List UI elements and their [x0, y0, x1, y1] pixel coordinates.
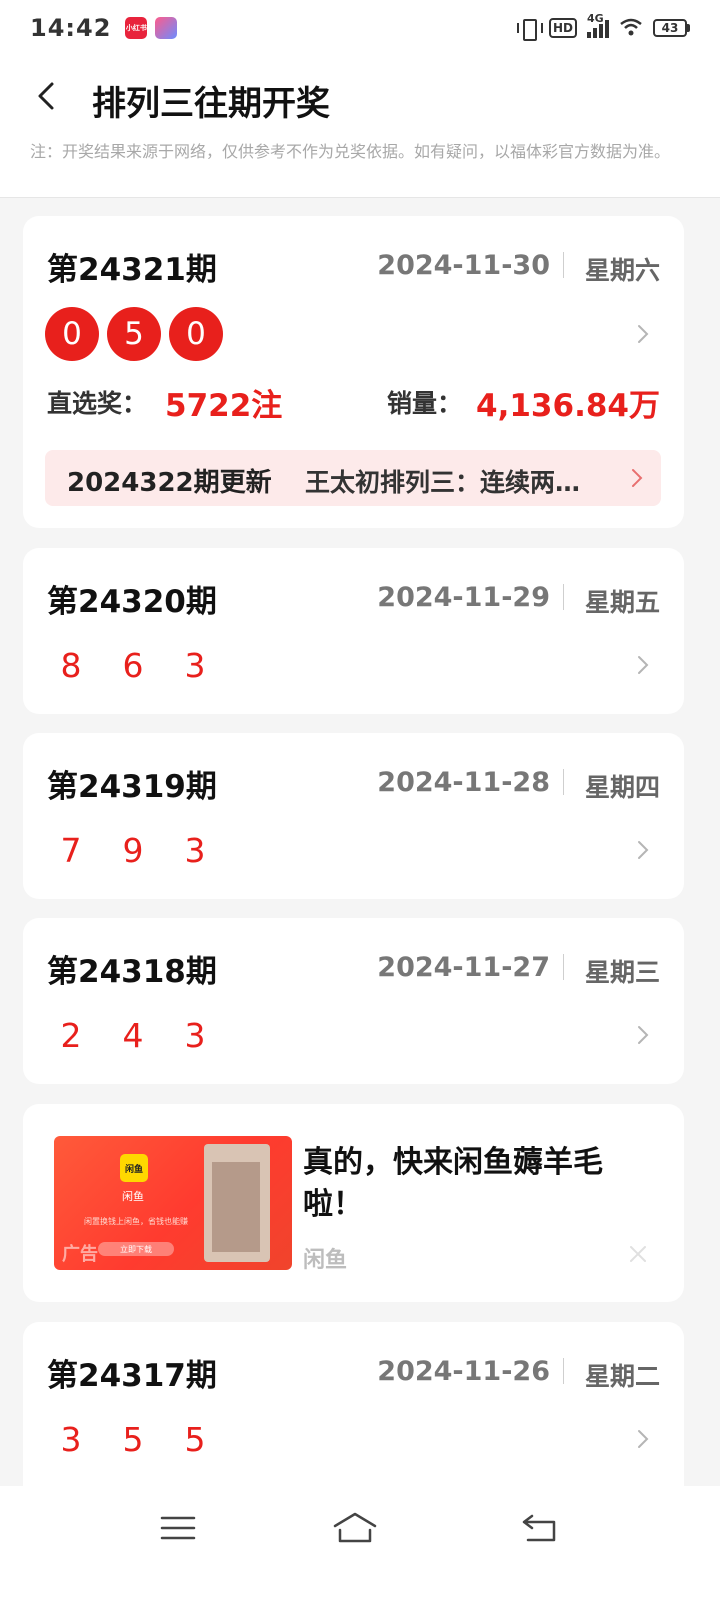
network-type: 4G [587, 12, 604, 25]
page-header: 排列三往期开奖 注：开奖结果来源于网络，仅供参考不作为兑奖依据。如有疑问，以福体… [0, 56, 720, 198]
return-button[interactable] [520, 1510, 560, 1546]
issue-number: 第24318期 [47, 954, 217, 990]
draw-card[interactable]: 第24320期 2024-11-29 星期五 8 6 3 [23, 548, 684, 714]
draw-card[interactable]: 第24317期 2024-11-26 星期二 3 5 5 [23, 1322, 684, 1502]
draw-date: 2024-11-26 [377, 1356, 550, 1387]
draw-date: 2024-11-27 [377, 952, 550, 983]
back-arrow-icon [38, 82, 54, 110]
signal-icon: 4G [587, 12, 609, 38]
ad-badge: 广告 [62, 1244, 98, 1265]
chevron-right-icon [631, 467, 643, 489]
return-icon [522, 1514, 556, 1542]
ad-source: 闲鱼 [303, 1248, 348, 1273]
draw-weekday: 星期五 [584, 588, 660, 617]
ad-title: 真的，快来闲鱼薅羊毛啦！ [303, 1145, 603, 1222]
result-number: 3 [184, 1016, 206, 1055]
system-nav-bar [0, 1486, 720, 1600]
chevron-right-icon [636, 1024, 650, 1046]
draw-date: 2024-11-29 [377, 582, 550, 613]
ad-app-name: 闲鱼 [122, 1190, 144, 1203]
date-divider [563, 769, 564, 795]
wifi-icon [619, 17, 643, 40]
result-number: 8 [60, 646, 82, 685]
result-ball: 5 [107, 307, 161, 361]
page-title: 排列三往期开奖 [92, 84, 330, 124]
draw-weekday: 星期三 [584, 958, 660, 987]
lottery-app-icon [155, 17, 178, 39]
vibrate-icon [516, 18, 543, 41]
news-tag: 2024322期更新 [67, 468, 272, 498]
issue-number: 第24321期 [47, 252, 217, 288]
date-divider [563, 954, 564, 980]
ad-card[interactable]: 闲鱼 闲鱼 闲置换钱上闲鱼，省钱也能赚 立即下载 广告 真的，快来闲鱼薅羊毛啦！… [23, 1104, 684, 1302]
result-number: 6 [122, 646, 144, 685]
status-indicators: HD 4G 43 [516, 12, 690, 41]
ad-image[interactable]: 闲鱼 闲鱼 闲置换钱上闲鱼，省钱也能赚 立即下载 广告 [54, 1136, 292, 1270]
result-number: 3 [60, 1420, 82, 1459]
draw-weekday: 星期二 [584, 1362, 660, 1391]
menu-button[interactable] [158, 1510, 198, 1546]
menu-icon [160, 1516, 196, 1540]
home-button[interactable] [332, 1510, 378, 1546]
date-divider [563, 1358, 564, 1384]
chevron-right-icon [636, 1428, 650, 1450]
chevron-right-icon [636, 654, 650, 676]
result-number: 5 [122, 1420, 144, 1459]
news-text: 王太初排列三：连续两期直选推荐 [305, 468, 605, 497]
hd-icon: HD [548, 18, 577, 38]
chevron-right-icon [636, 839, 650, 861]
xiaohongshu-app-icon: 小红书 [125, 17, 148, 39]
news-banner[interactable]: 2024322期更新 王太初排列三：连续两期直选推荐 [45, 450, 661, 506]
result-number: 4 [122, 1016, 144, 1055]
draw-date: 2024-11-28 [377, 767, 550, 798]
xianyu-logo: 闲鱼 [120, 1154, 148, 1182]
status-bar: 14:42 小红书 HD 4G 43 [0, 0, 720, 56]
draw-card-latest[interactable]: 第24321期 2024-11-30 星期六 0 5 0 直选奖： 5722注 … [23, 216, 684, 528]
draw-date: 2024-11-30 [377, 250, 550, 281]
result-ball: 0 [169, 307, 223, 361]
ad-download-button[interactable]: 立即下载 [98, 1242, 174, 1256]
issue-number: 第24317期 [47, 1358, 217, 1394]
ad-phone-mockup [204, 1144, 270, 1262]
draw-card[interactable]: 第24318期 2024-11-27 星期三 2 4 3 [23, 918, 684, 1084]
chevron-right-icon [636, 323, 650, 345]
sales-label: 销量： [387, 389, 463, 418]
result-number: 9 [122, 831, 144, 870]
prize-value: 5722注 [165, 388, 283, 424]
result-ball: 0 [45, 307, 99, 361]
prize-label: 直选奖： [47, 389, 148, 418]
draw-card[interactable]: 第24319期 2024-11-28 星期四 7 9 3 [23, 733, 684, 899]
result-number: 7 [60, 831, 82, 870]
battery-icon: 43 [653, 19, 690, 37]
result-number: 3 [184, 831, 206, 870]
issue-number: 第24320期 [47, 584, 217, 620]
status-time: 14:42 [30, 14, 112, 42]
sales-value: 4,136.84万 [476, 388, 660, 424]
battery-level: 43 [653, 19, 687, 37]
notification-icons: 小红书 [125, 17, 178, 39]
draw-weekday: 星期四 [584, 773, 660, 802]
disclaimer-notice: 注：开奖结果来源于网络，仅供参考不作为兑奖依据。如有疑问，以福体彩官方数据为准。 [30, 142, 671, 161]
result-number: 5 [184, 1420, 206, 1459]
close-icon[interactable] [628, 1244, 648, 1264]
home-icon [333, 1512, 377, 1543]
issue-number: 第24319期 [47, 769, 217, 805]
result-number: 2 [60, 1016, 82, 1055]
date-divider [563, 252, 564, 278]
ad-tagline: 闲置换钱上闲鱼，省钱也能赚 [84, 1217, 188, 1226]
date-divider [563, 584, 564, 610]
back-button[interactable] [30, 78, 66, 114]
draw-weekday: 星期六 [584, 256, 660, 285]
result-number: 3 [184, 646, 206, 685]
